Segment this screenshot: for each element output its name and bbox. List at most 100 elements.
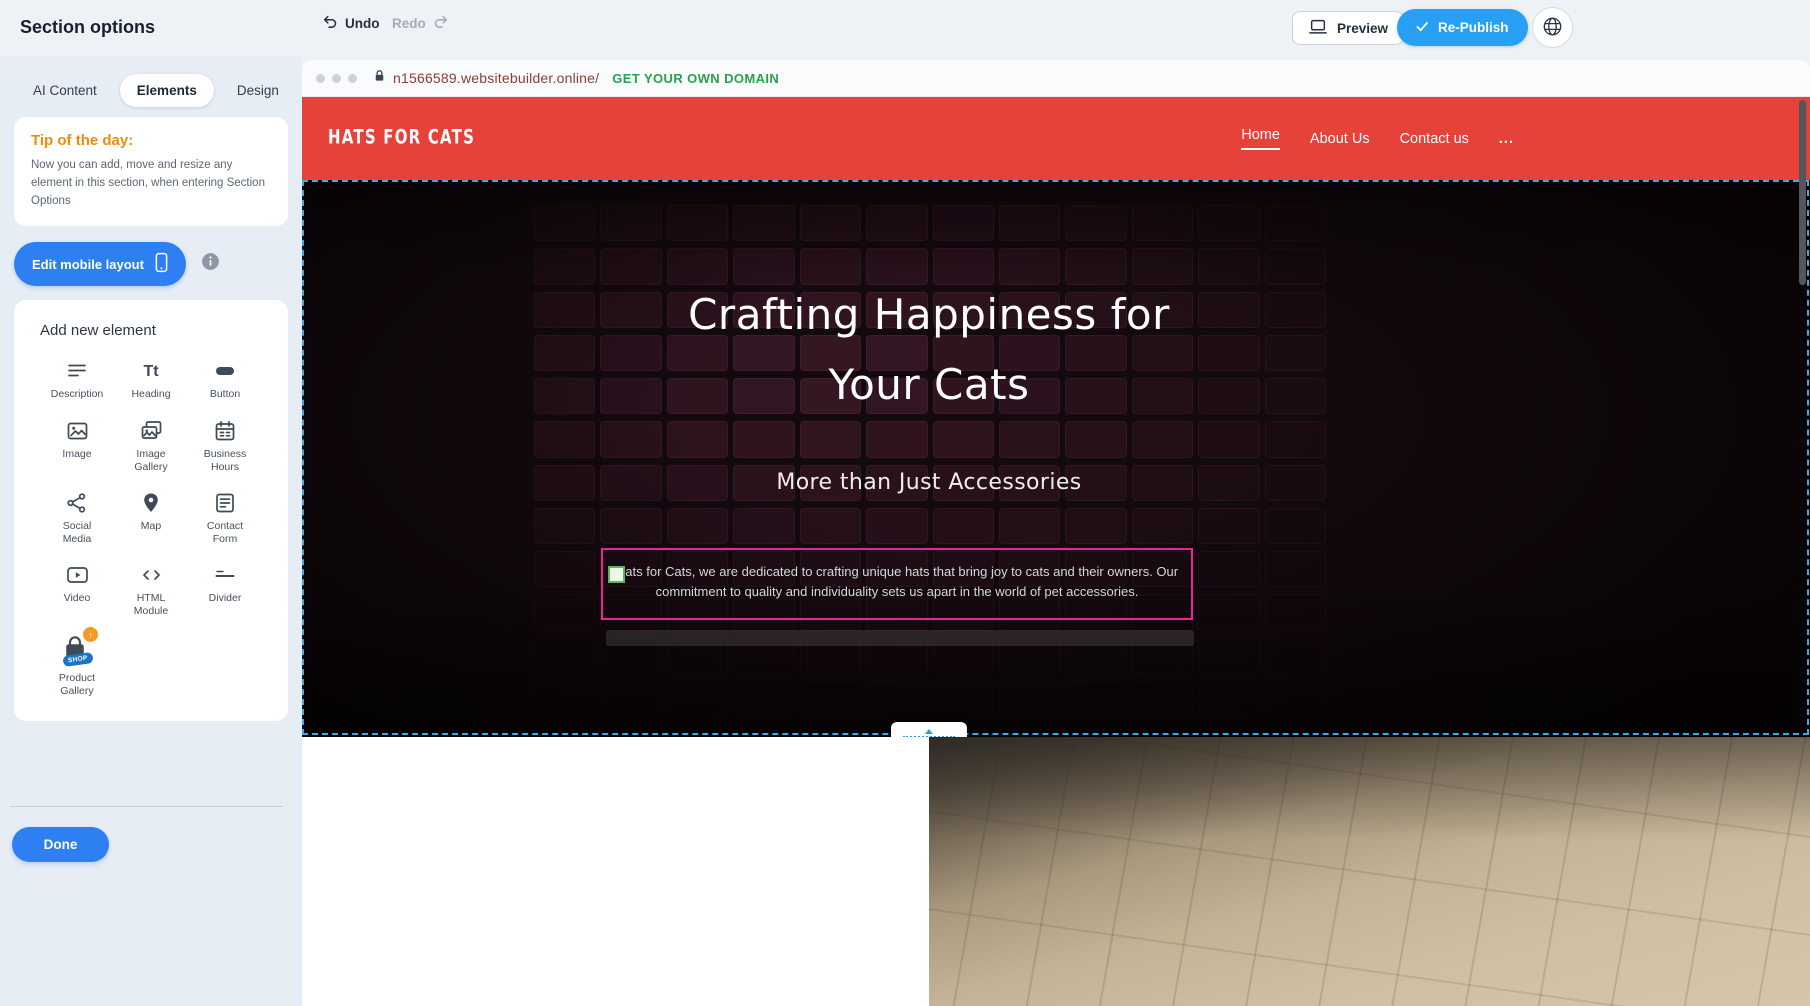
- element-label: Social Media: [48, 520, 106, 546]
- undo-label: Undo: [345, 16, 380, 31]
- upgrade-badge-icon: ↑: [83, 627, 98, 642]
- done-button[interactable]: Done: [12, 827, 109, 862]
- globe-icon: [1542, 16, 1563, 40]
- shop-badge: SHOP: [62, 652, 93, 667]
- window-dot: [316, 74, 325, 83]
- element-label: Image Gallery: [122, 448, 180, 474]
- image-icon: [65, 415, 90, 443]
- element-label: Product Gallery: [48, 672, 106, 698]
- element-label: Business Hours: [196, 448, 254, 474]
- get-domain-link[interactable]: GET YOUR OWN DOMAIN: [612, 71, 779, 86]
- element-label: Video: [64, 592, 91, 605]
- section-resize-handle[interactable]: [891, 722, 967, 737]
- arrow-up-icon: [925, 729, 933, 734]
- element-label: Description: [51, 388, 104, 401]
- element-label: Image: [62, 448, 91, 461]
- tab-elements[interactable]: Elements: [120, 74, 214, 107]
- element-item-heading[interactable]: Tt Heading: [114, 355, 188, 401]
- hero-content: Crafting Happiness for Your Cats More th…: [302, 180, 1556, 737]
- drag-handle[interactable]: [608, 566, 625, 583]
- scrollbar-thumb[interactable]: [1799, 100, 1806, 285]
- info-icon[interactable]: [201, 252, 220, 276]
- monitor-icon: [1308, 19, 1328, 38]
- element-label: Divider: [209, 592, 242, 605]
- hero-section[interactable]: Crafting Happiness for Your Cats More th…: [302, 180, 1810, 737]
- sidebar-tabs: AI Content Elements Design: [16, 74, 286, 107]
- hero-subheading[interactable]: More than Just Accessories: [302, 470, 1556, 495]
- republish-label: Re-Publish: [1438, 20, 1509, 35]
- element-label: HTML Module: [122, 592, 180, 618]
- sidebar-divider: [10, 806, 283, 807]
- republish-button[interactable]: Re-Publish: [1397, 9, 1528, 46]
- next-section[interactable]: [302, 737, 1810, 1006]
- add-element-panel: Add new element Description Tt Heading B…: [14, 300, 288, 720]
- element-label: Button: [210, 388, 240, 401]
- hero-paragraph: Hats for Cats, we are dedicated to craft…: [611, 562, 1183, 602]
- heading-icon: Tt: [143, 355, 158, 383]
- browser-bar: n1566589.websitebuilder.online/ GET YOUR…: [302, 60, 1810, 97]
- tip-body: Now you can add, move and resize any ele…: [31, 157, 271, 210]
- preview-label: Preview: [1337, 21, 1388, 36]
- redo-label: Redo: [392, 16, 426, 31]
- element-item-video[interactable]: Video: [40, 559, 114, 618]
- site-url: n1566589.websitebuilder.online/: [393, 70, 599, 86]
- element-item-map[interactable]: Map: [114, 487, 188, 546]
- nav-more-menu[interactable]: ...: [1499, 131, 1514, 147]
- business-hours-icon: [213, 415, 237, 443]
- preview-button[interactable]: Preview: [1292, 11, 1404, 45]
- social-media-icon: [65, 487, 89, 515]
- topbar: Section options Undo Redo Preview Re-Pub…: [0, 0, 1810, 56]
- site-logo[interactable]: HATS FOR CATS: [328, 125, 475, 148]
- element-item-image-gallery[interactable]: Image Gallery: [114, 415, 188, 474]
- product-gallery-icon: ↑ SHOP: [60, 631, 94, 667]
- editor-canvas: n1566589.websitebuilder.online/ GET YOUR…: [302, 56, 1810, 1006]
- element-item-html-module[interactable]: HTML Module: [114, 559, 188, 618]
- mobile-layout-row: Edit mobile layout: [14, 242, 288, 286]
- sidebar: AI Content Elements Design Tip of the da…: [0, 56, 302, 1006]
- tip-card: Tip of the day: Now you can add, move an…: [14, 117, 288, 226]
- browser-frame: n1566589.websitebuilder.online/ GET YOUR…: [302, 60, 1810, 1006]
- image-gallery-icon: [139, 415, 164, 443]
- edit-mobile-layout-button[interactable]: Edit mobile layout: [14, 242, 186, 286]
- element-item-social-media[interactable]: Social Media: [40, 487, 114, 546]
- nav-contact-us[interactable]: Contact us: [1400, 131, 1469, 147]
- element-label: Contact Form: [196, 520, 254, 546]
- element-item-contact-form[interactable]: Contact Form: [188, 487, 262, 546]
- language-globe-button[interactable]: [1532, 7, 1573, 48]
- element-item-product-gallery[interactable]: ↑ SHOP Product Gallery: [40, 631, 114, 698]
- floor-photo: [929, 737, 1810, 1006]
- contact-form-icon: [213, 487, 237, 515]
- tab-design[interactable]: Design: [220, 74, 296, 107]
- phone-icon: [155, 252, 168, 276]
- element-item-button[interactable]: Button: [188, 355, 262, 401]
- element-item-divider[interactable]: Divider: [188, 559, 262, 618]
- add-element-title: Add new element: [40, 322, 262, 339]
- button-icon: [213, 355, 237, 383]
- divider-icon: [213, 559, 237, 587]
- nav-about-us[interactable]: About Us: [1310, 131, 1370, 147]
- site-nav: Home About Us Contact us ...: [1241, 97, 1514, 180]
- selected-text-element[interactable]: Hats for Cats, we are dedicated to craft…: [601, 548, 1193, 620]
- resize-dash-line: [903, 736, 955, 737]
- video-icon: [65, 559, 90, 587]
- hero-heading[interactable]: Crafting Happiness for Your Cats: [302, 280, 1556, 420]
- element-label: Map: [141, 520, 161, 533]
- nav-home[interactable]: Home: [1241, 127, 1280, 150]
- window-dot: [332, 74, 341, 83]
- tab-ai-content[interactable]: AI Content: [16, 74, 114, 107]
- page-title: Section options: [20, 17, 155, 38]
- redo-button[interactable]: Redo: [392, 14, 449, 32]
- redo-icon: [433, 14, 449, 32]
- lock-icon: [374, 68, 385, 88]
- element-item-business-hours[interactable]: Business Hours: [188, 415, 262, 474]
- edit-mobile-label: Edit mobile layout: [32, 257, 144, 272]
- undo-icon: [322, 14, 338, 32]
- map-pin-icon: [139, 487, 163, 515]
- element-item-image[interactable]: Image: [40, 415, 114, 474]
- undo-button[interactable]: Undo: [322, 14, 380, 32]
- site-header: HATS FOR CATS Home About Us Contact us .…: [302, 97, 1810, 180]
- element-grid: Description Tt Heading Button Image Imag…: [40, 355, 262, 698]
- code-icon: [139, 559, 164, 587]
- element-item-description[interactable]: Description: [40, 355, 114, 401]
- app-screen: Section options Undo Redo Preview Re-Pub…: [0, 0, 1810, 1006]
